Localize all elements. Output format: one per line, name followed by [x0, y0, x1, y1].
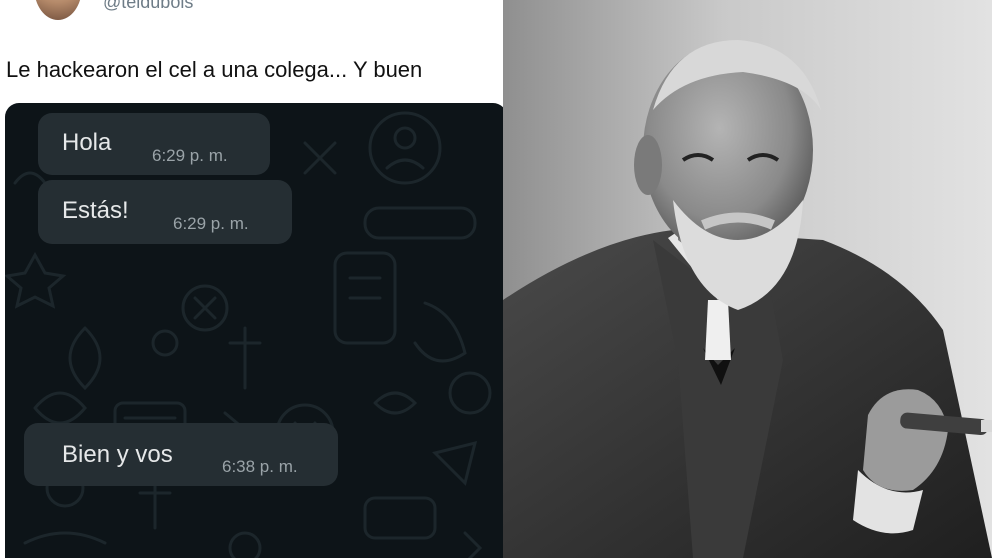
- user-handle[interactable]: @teldubois: [103, 0, 193, 13]
- portrait-illustration: [503, 0, 992, 558]
- portrait-photo: [503, 0, 992, 558]
- message-bubble[interactable]: Estás! 6:29 p. m.: [38, 180, 292, 244]
- avatar[interactable]: [34, 0, 82, 20]
- tweet-screenshot: @teldubois Le hackearon el cel a una col…: [0, 0, 503, 558]
- message-text: Estás!: [62, 197, 129, 224]
- message-text: Bien y vos: [62, 441, 173, 468]
- message-bubble[interactable]: Hola 6:29 p. m.: [38, 113, 270, 175]
- message-timestamp: 6:29 p. m.: [173, 214, 249, 233]
- message-timestamp: 6:29 p. m.: [152, 146, 228, 165]
- chat-screenshot: Hola 6:29 p. m. Estás! 6:29 p. m. Bien y…: [5, 103, 503, 558]
- message-timestamp: 6:38 p. m.: [222, 457, 298, 476]
- message-text: Hola: [62, 129, 112, 156]
- message-bubble[interactable]: Bien y vos 6:38 p. m.: [24, 423, 338, 486]
- tweet-text: Le hackearon el cel a una colega... Y bu…: [6, 57, 423, 82]
